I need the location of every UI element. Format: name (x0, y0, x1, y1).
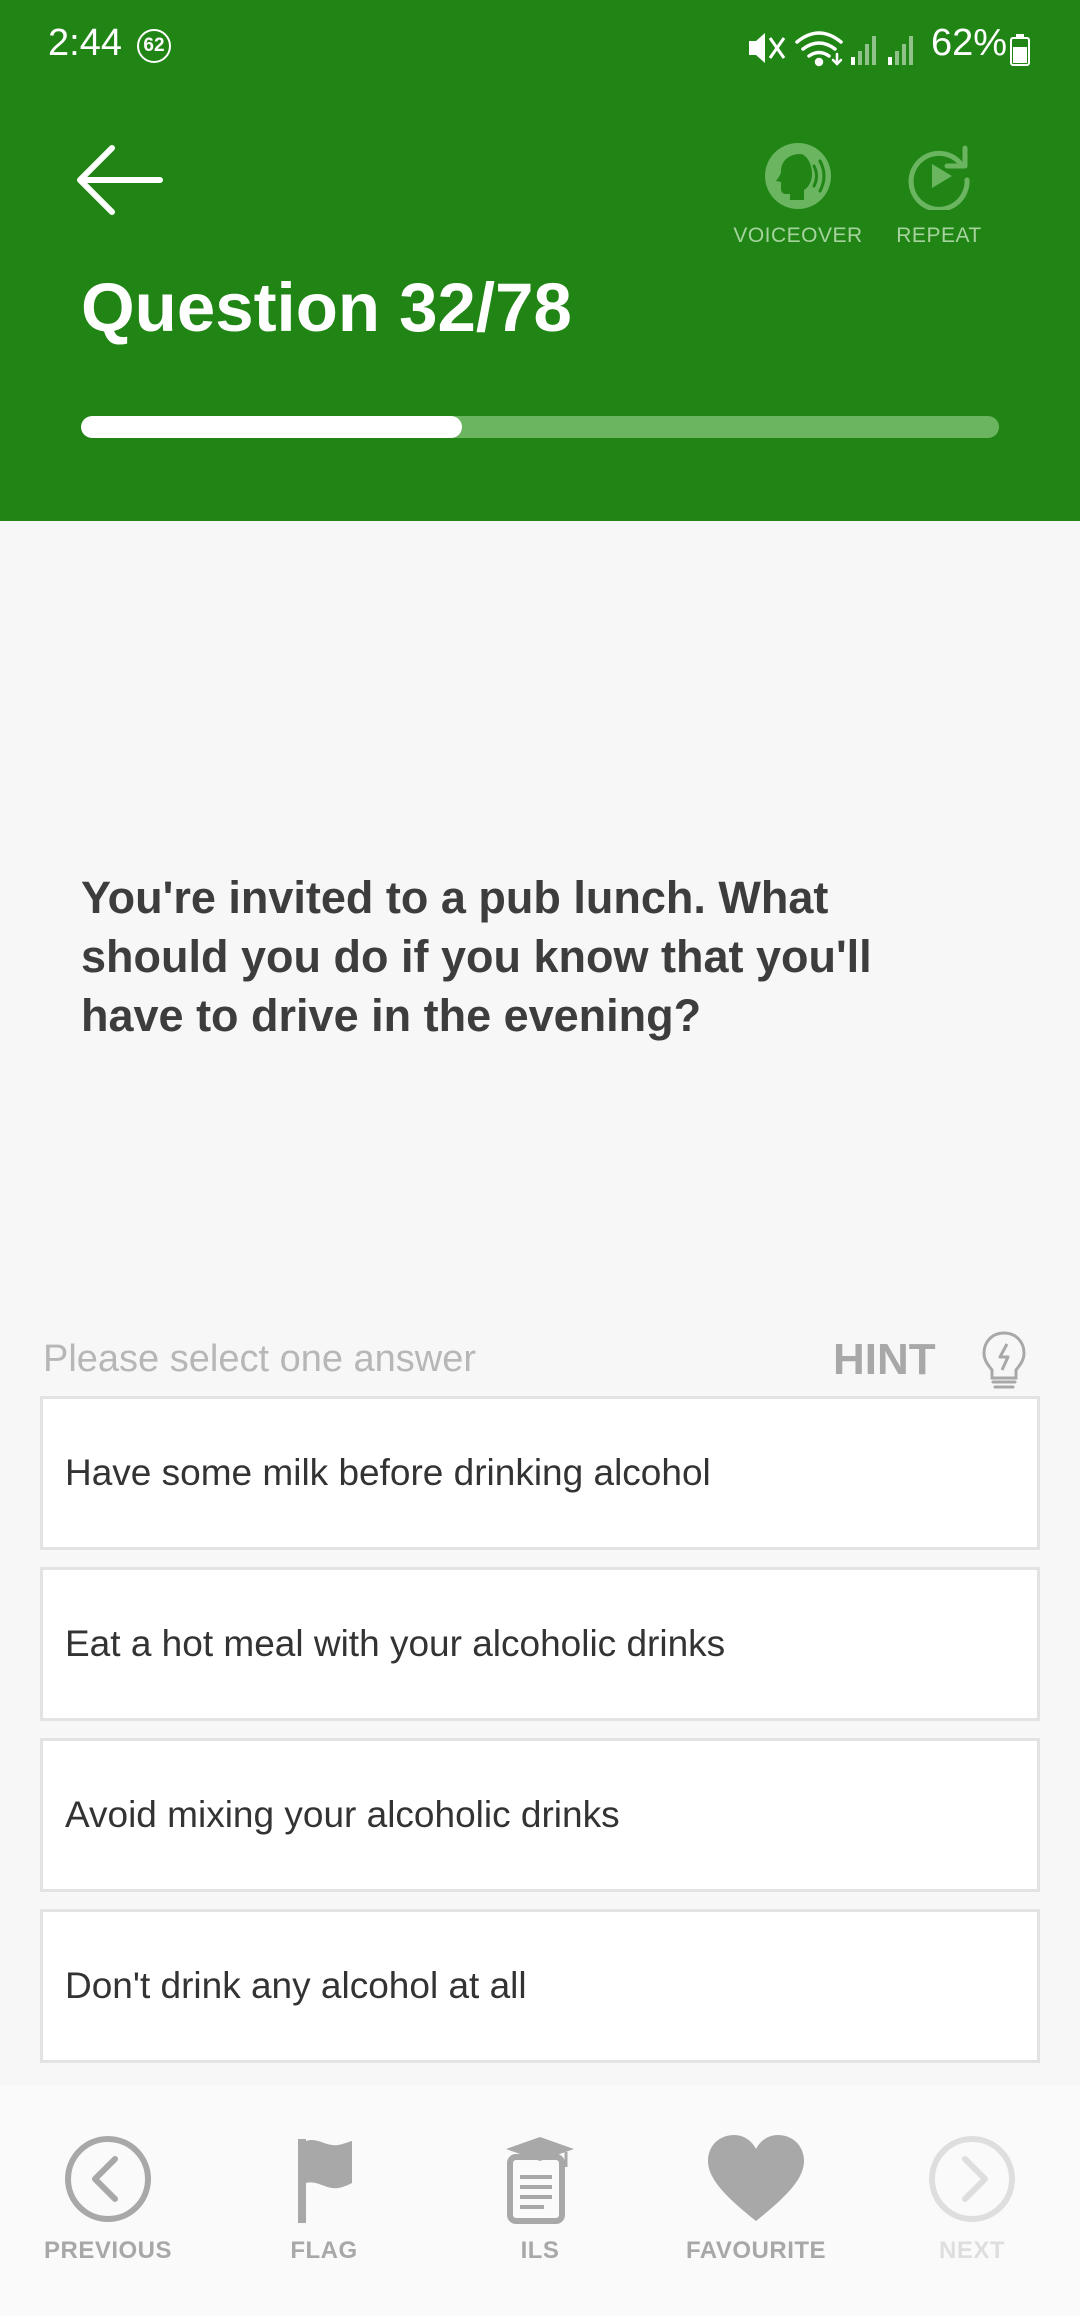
status-bar: 2:44 62 62% (0, 0, 1080, 96)
status-icons (749, 31, 913, 67)
status-time: 2:44 (48, 22, 122, 64)
answer-option[interactable]: Avoid mixing your alcoholic drinks (40, 1738, 1040, 1892)
favourite-label: FAVOURITE (685, 2237, 827, 2264)
progress-fill (81, 416, 462, 438)
answer-option[interactable]: Have some milk before drinking alcohol (40, 1396, 1040, 1550)
question-counter: Question 32/78 (81, 269, 572, 346)
chevron-left-circle-icon (65, 2136, 151, 2222)
flag-button[interactable]: FLAG (224, 2133, 424, 2265)
flag-icon (298, 2139, 352, 2223)
arrow-left-icon (77, 145, 163, 215)
previous-label: PREVIOUS (43, 2237, 173, 2264)
favourite-button[interactable]: FAVOURITE (656, 2133, 856, 2265)
repeat-button[interactable]: REPEAT (869, 142, 1009, 248)
book-icon (506, 2137, 574, 2224)
flag-label: FLAG (290, 2237, 358, 2264)
voiceover-icon (765, 143, 831, 209)
signal-icon-1 (851, 36, 876, 65)
next-label: NEXT (938, 2237, 1005, 2264)
repeat-label: REPEAT (896, 224, 982, 247)
battery-icon (1010, 34, 1030, 66)
back-button[interactable] (76, 140, 166, 220)
ils-button[interactable]: ILS (440, 2133, 640, 2265)
previous-button[interactable]: PREVIOUS (8, 2133, 208, 2265)
answer-option[interactable]: Don't drink any alcohol at all (40, 1909, 1040, 2063)
answer-instruction: Please select one answer (43, 1338, 477, 1380)
battery-percent: 62% (931, 22, 1008, 64)
mute-icon (749, 33, 786, 63)
answer-option[interactable]: Eat a hot meal with your alcoholic drink… (40, 1567, 1040, 1721)
repeat-icon (908, 145, 970, 210)
notification-badge: 62 (137, 29, 171, 63)
question-text: You're invited to a pub lunch. What shou… (81, 872, 872, 1041)
ils-label: ILS (520, 2237, 560, 2264)
voiceover-button[interactable]: VOICEOVER (728, 142, 868, 248)
progress-bar (81, 416, 999, 438)
signal-icon-2 (888, 36, 913, 65)
wifi-icon (795, 31, 843, 67)
hint-button[interactable]: HINT (833, 1335, 936, 1385)
header: 2:44 62 62% VOICEOVER REPEAT Question 32… (0, 0, 1080, 521)
lightbulb-icon[interactable] (981, 1330, 1027, 1392)
heart-icon (708, 2135, 804, 2221)
next-button[interactable]: NEXT (872, 2133, 1072, 2265)
voiceover-label: VOICEOVER (733, 224, 863, 247)
chevron-right-circle-icon (929, 2136, 1015, 2222)
